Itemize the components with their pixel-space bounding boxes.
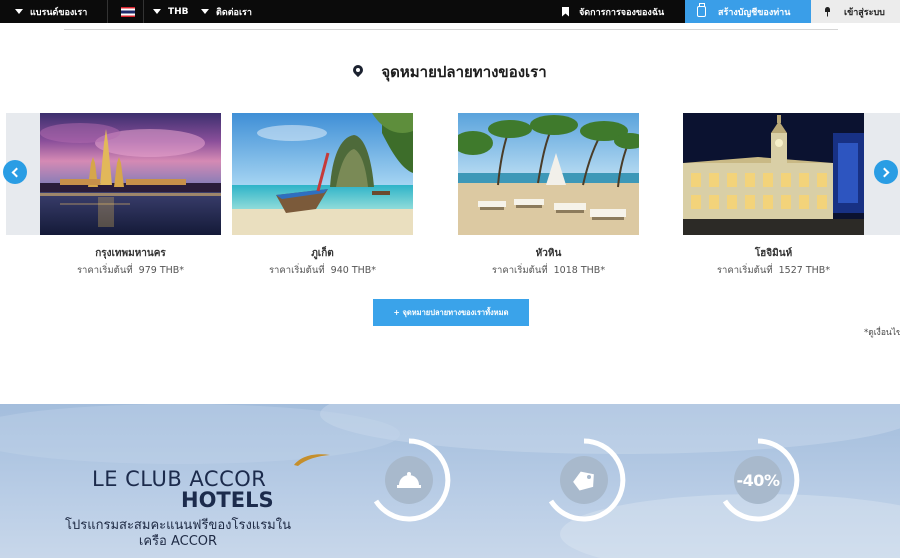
carousel-next-button[interactable]: [874, 160, 898, 184]
login-button[interactable]: เข้าสู่ระบบ: [811, 0, 900, 23]
section-title: จุดหมายปลายทางของเรา: [0, 60, 900, 84]
divider: [64, 29, 838, 30]
destination-price: ราคาเริ่มต้นที่ 940 THB*: [268, 265, 377, 276]
bookmark-icon: [562, 6, 569, 17]
destination-price: ราคาเริ่มต้นที่ 1018 THB*: [491, 265, 606, 276]
create-account-button[interactable]: สร้างบัญชีของท่าน: [685, 0, 811, 23]
brands-menu[interactable]: แบรนด์ของเรา: [15, 0, 87, 23]
contact-menu-label: ติดต่อเรา: [216, 7, 252, 18]
destination-card[interactable]: หัวหิน ราคาเริ่มต้นที่ 1018 THB*: [458, 113, 639, 278]
cloche-icon: [385, 456, 433, 504]
benefit-discount[interactable]: -40%: [715, 437, 801, 523]
discount-icon: -40%: [734, 456, 782, 504]
destination-photo-bangkok: [40, 113, 221, 235]
destination-card[interactable]: ภูเก็ต ราคาเริ่มต้นที่ 940 THB*: [232, 113, 413, 278]
benefit-dining[interactable]: [366, 437, 452, 523]
logo-line2: HOTELS: [181, 488, 274, 512]
chevron-down-icon: [201, 9, 209, 14]
destination-photo-phuket: [232, 113, 413, 235]
manage-booking-link[interactable]: จัดการการจองของฉัน: [562, 0, 664, 23]
destination-price: ราคาเริ่มต้นที่ 979 THB*: [76, 265, 185, 276]
le-club-accor-logo[interactable]: LE CLUB ACCOR HOTELS: [92, 454, 330, 512]
destination-name: ภูเก็ต: [311, 248, 334, 259]
language-selector[interactable]: [121, 0, 135, 23]
benefit-rewards[interactable]: [541, 437, 627, 523]
price-tag-icon: [560, 456, 608, 504]
destination-photo-hua-hin: [458, 113, 639, 235]
destination-card[interactable]: กรุงเทพมหานคร ราคาเริ่มต้นที่ 979 THB*: [40, 113, 221, 278]
login-label: เข้าสู่ระบบ: [844, 7, 885, 18]
chevron-down-icon: [153, 9, 161, 14]
chevron-right-icon: [879, 167, 890, 177]
currency-label: THB: [168, 6, 189, 17]
chevron-down-icon: [15, 9, 23, 14]
create-account-label: สร้างบัญชีของท่าน: [718, 7, 791, 18]
top-navigation-bar: แบรนด์ของเรา THB ติดต่อเรา จัดการการจองข…: [0, 0, 900, 23]
destination-name: โฮจิมินห์: [754, 248, 793, 259]
manage-booking-label: จัดการการจองของฉัน: [579, 7, 665, 18]
accor-swoosh-icon: [294, 454, 330, 466]
contact-menu[interactable]: ติดต่อเรา: [201, 0, 252, 23]
all-destinations-button[interactable]: + จุดหมายปลายทางของเราทั้งหมด: [373, 299, 529, 326]
location-pin-icon: [353, 65, 363, 79]
terms-note[interactable]: *ดูเงื่อนไข: [864, 325, 900, 339]
destination-photo-ho-chi-minh: [683, 113, 864, 235]
carousel-prev-button[interactable]: [3, 160, 27, 184]
chevron-left-icon: [11, 167, 22, 177]
thai-flag-icon: [121, 6, 135, 17]
currency-selector[interactable]: THB: [153, 0, 189, 23]
destination-price: ราคาเริ่มต้นที่ 1527 THB*: [716, 265, 831, 276]
destinations-title: จุดหมายปลายทางของเรา: [381, 63, 547, 81]
brands-menu-label: แบรนด์ของเรา: [30, 7, 88, 18]
key-icon: [825, 6, 830, 17]
club-description: โปรแกรมสะสมคะแนนฟรีของโรงแรมใน เครือ ACC…: [65, 518, 291, 549]
destination-card[interactable]: โฮจิมินห์ ราคาเริ่มต้นที่ 1527 THB*: [683, 113, 864, 278]
destination-name: กรุงเทพมหานคร: [95, 248, 166, 259]
destination-name: หัวหิน: [535, 248, 562, 259]
suitcase-icon: [697, 3, 706, 17]
